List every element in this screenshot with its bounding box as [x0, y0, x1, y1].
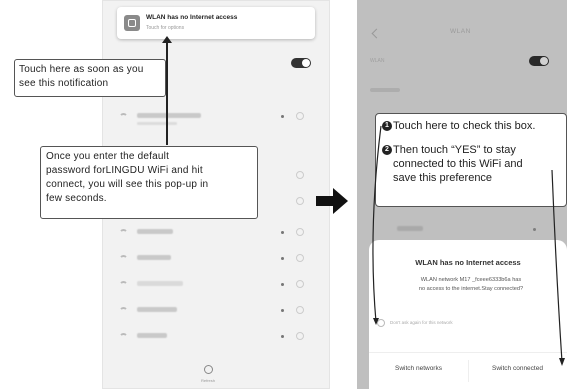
instruction-pointer-lines	[372, 125, 565, 366]
